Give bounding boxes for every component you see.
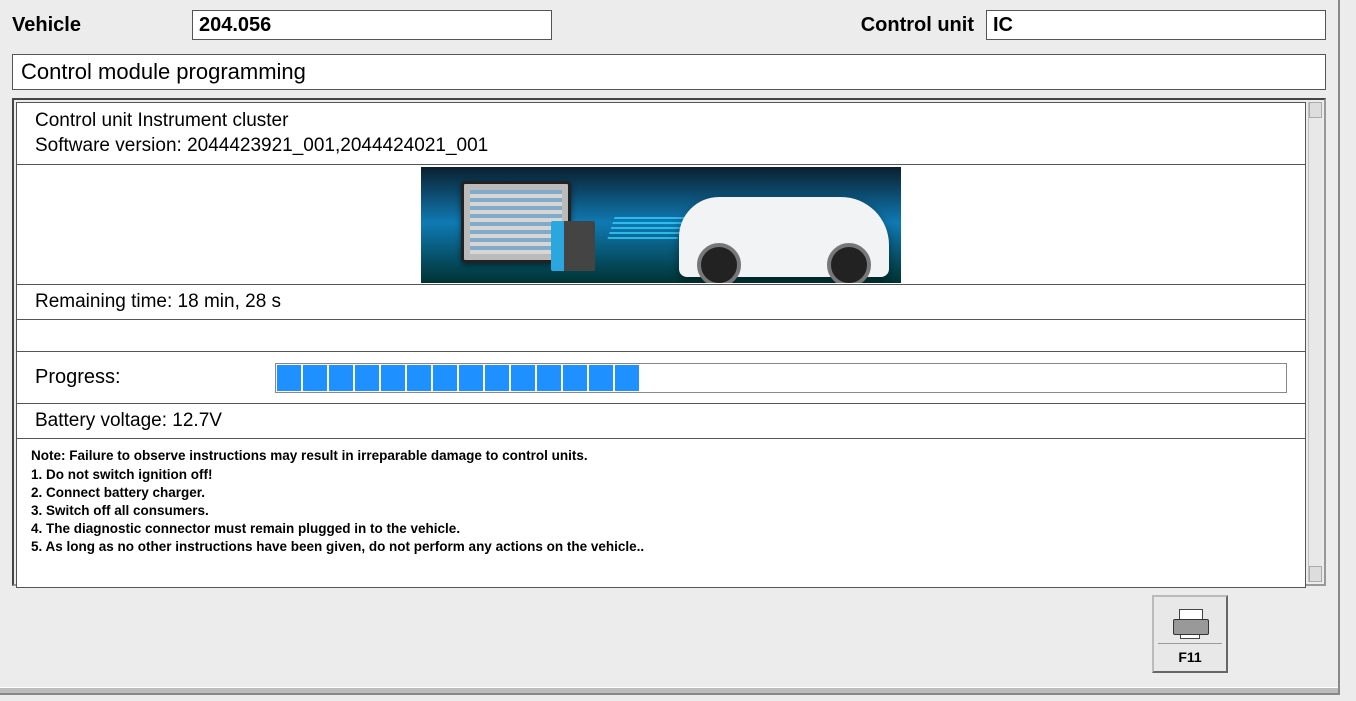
- diagnostic-illustration-icon: [421, 167, 901, 283]
- control-unit-label: Control unit: [861, 14, 974, 37]
- progress-segment: [537, 365, 561, 391]
- software-version: Software version: 2044423921_001,2044424…: [35, 134, 1287, 159]
- note-item: 3. Switch off all consumers.: [31, 502, 1291, 520]
- empty-cell: [16, 320, 1306, 352]
- module-info: Control unit Instrument cluster Software…: [16, 102, 1306, 165]
- page-title: Control module programming: [12, 54, 1326, 90]
- note-item: 2. Connect battery charger.: [31, 484, 1291, 502]
- status-strip: [0, 687, 1338, 693]
- note-title: Note: Failure to observe instructions ma…: [31, 447, 1291, 465]
- print-key-label: F11: [1178, 649, 1201, 665]
- illustration-cell: [16, 165, 1306, 285]
- progress-segment: [277, 365, 301, 391]
- progress-segment: [303, 365, 327, 391]
- progress-segment: [329, 365, 353, 391]
- app-window: Vehicle Control unit Control module prog…: [0, 0, 1340, 695]
- remaining-time: Remaining time: 18 min, 28 s: [16, 285, 1306, 320]
- vehicle-input[interactable]: [192, 10, 552, 40]
- printer-icon: [1173, 609, 1207, 637]
- print-button[interactable]: F11: [1152, 595, 1228, 673]
- progress-segment: [511, 365, 535, 391]
- progress-segment: [407, 365, 431, 391]
- footer-buttons: F11: [1152, 595, 1228, 673]
- progress-segment: [433, 365, 457, 391]
- progress-segment: [459, 365, 483, 391]
- content-frame: Control unit Instrument cluster Software…: [12, 98, 1326, 586]
- module-name: Control unit Instrument cluster: [35, 109, 1287, 134]
- vehicle-label: Vehicle: [12, 14, 192, 37]
- progress-label: Progress:: [35, 366, 275, 389]
- vertical-scrollbar[interactable]: [1308, 102, 1322, 582]
- control-unit-input[interactable]: [986, 10, 1326, 40]
- note-item: 4. The diagnostic connector must remain …: [31, 520, 1291, 538]
- note-item: 5. As long as no other instructions have…: [31, 538, 1291, 556]
- progress-segment: [563, 365, 587, 391]
- progress-segment: [381, 365, 405, 391]
- notes-cell: Note: Failure to observe instructions ma…: [16, 439, 1306, 587]
- note-item: 1. Do not switch ignition off!: [31, 466, 1291, 484]
- header-row: Vehicle Control unit: [12, 10, 1326, 40]
- progress-segment: [615, 365, 639, 391]
- progress-row: Progress:: [16, 352, 1306, 404]
- battery-voltage: Battery voltage: 12.7V: [16, 404, 1306, 439]
- progress-segment: [589, 365, 613, 391]
- progress-segment: [485, 365, 509, 391]
- progress-bar: [275, 363, 1287, 393]
- progress-segment: [355, 365, 379, 391]
